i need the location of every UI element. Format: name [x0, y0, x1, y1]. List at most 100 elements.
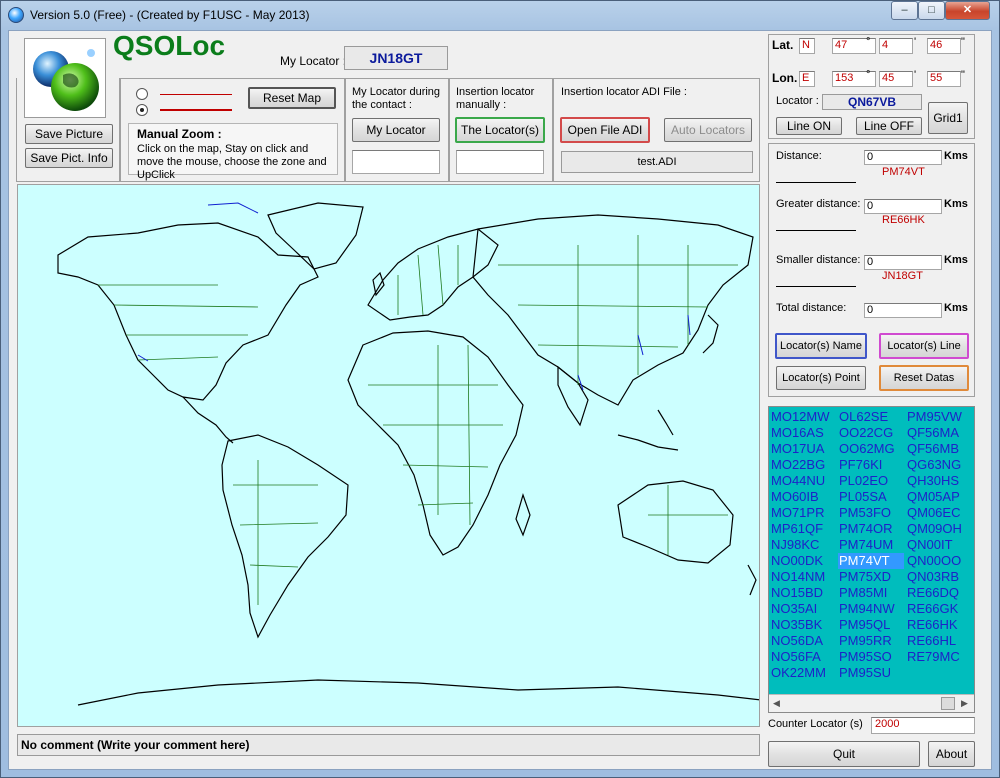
japan-outline	[702, 314, 719, 354]
locator-list-item[interactable]: PM74VT	[838, 553, 904, 569]
locators-point-button[interactable]: Locator(s) Point	[776, 366, 866, 390]
minimize-button[interactable]: –	[891, 1, 918, 20]
locator-list-item[interactable]: QH30HS	[906, 473, 972, 489]
locator-list-item[interactable]: PM74OR	[838, 521, 904, 537]
locator-list-item[interactable]: RE79MC	[906, 649, 972, 665]
locator-list-item[interactable]: PM95QL	[838, 617, 904, 633]
locator-list-item[interactable]: MP61QF	[770, 521, 836, 537]
locator-list-item[interactable]: PL02EO	[838, 473, 904, 489]
lon-seconds-input[interactable]: 55	[927, 71, 961, 87]
locator-list-item[interactable]: QM05AP	[906, 489, 972, 505]
europe-borders	[397, 244, 459, 316]
locator-list-item[interactable]: QF56MB	[906, 441, 972, 457]
lat-seconds-input[interactable]: 46	[927, 38, 961, 54]
locator-list-item[interactable]: NO56FA	[770, 649, 836, 665]
reset-map-button[interactable]: Reset Map	[248, 87, 336, 109]
locator-list-item[interactable]: QM09OH	[906, 521, 972, 537]
scrollbar-thumb[interactable]	[941, 697, 955, 710]
smaller-distance-field[interactable]: 0	[864, 255, 942, 270]
locator-list-item[interactable]: OL62SE	[838, 409, 904, 425]
app-globe-icon	[8, 7, 24, 23]
close-button[interactable]: ✕	[945, 1, 990, 20]
reset-datas-button[interactable]: Reset Datas	[879, 365, 969, 391]
radio-thin-line[interactable]	[136, 88, 148, 100]
line-on-button[interactable]: Line ON	[776, 117, 842, 135]
greater-distance-field[interactable]: 0	[864, 199, 942, 214]
locator-list-item[interactable]: PM95RR	[838, 633, 904, 649]
locator-list-item[interactable]: NO35AI	[770, 601, 836, 617]
lon-hemisphere-input[interactable]: E	[799, 71, 815, 87]
contact-locator-input[interactable]	[352, 150, 440, 174]
locator-list-item[interactable]: MO22BG	[770, 457, 836, 473]
line-off-button[interactable]: Line OFF	[856, 117, 922, 135]
locator-list-item[interactable]: PM74UM	[838, 537, 904, 553]
locator-list-item[interactable]: PF76KI	[838, 457, 904, 473]
scroll-left-arrow-icon[interactable]: ◀	[773, 698, 780, 709]
locator-list-item[interactable]: RE66HL	[906, 633, 972, 649]
locator-list[interactable]: MO12MW MO16AS MO17UA MO22BG MO44NU MO60IB MO71…	[768, 406, 975, 713]
scroll-right-arrow-icon[interactable]: ▶	[961, 698, 968, 709]
horizontal-scrollbar[interactable]: ◀ ▶	[769, 694, 974, 712]
locator-list-item[interactable]: PM94NW	[838, 601, 904, 617]
comment-field[interactable]: No comment (Write your comment here)	[17, 734, 760, 756]
locator-list-item[interactable]: QN00IT	[906, 537, 972, 553]
locator-list-item[interactable]: OO22CG	[838, 425, 904, 441]
locator-list-item[interactable]: RE66DQ	[906, 585, 972, 601]
locator-list-item[interactable]: NO35BK	[770, 617, 836, 633]
locator-list-item[interactable]: NJ98KC	[770, 537, 836, 553]
locator-list-item[interactable]: QN03RB	[906, 569, 972, 585]
radio-dot	[140, 108, 144, 112]
locator-list-item[interactable]: PM85MI	[838, 585, 904, 601]
distance-unit: Kms	[944, 150, 968, 162]
asia-borders	[498, 235, 738, 385]
world-map[interactable]	[17, 184, 760, 727]
manual-zoom-text: Click on the map, Stay on click and move…	[137, 143, 327, 181]
lat-hemisphere-input[interactable]: N	[799, 38, 815, 54]
locator-list-column-2: OL62SE OO22CG OO62MG PF76KI PL02EO PL05SA PM53…	[838, 409, 904, 681]
locator-list-item[interactable]: MO60IB	[770, 489, 836, 505]
locators-name-button[interactable]: Locator(s) Name	[775, 333, 867, 359]
locator-label: Locator :	[776, 95, 819, 107]
title-bar[interactable]: Version 5.0 (Free) - (Created by F1USC -…	[0, 0, 1000, 30]
locator-list-item[interactable]: NO15BD	[770, 585, 836, 601]
locator-list-item[interactable]: PM95SO	[838, 649, 904, 665]
locator-list-item[interactable]: MO44NU	[770, 473, 836, 489]
locator-list-item[interactable]: PL05SA	[838, 489, 904, 505]
locator-list-item[interactable]: QN00OO	[906, 553, 972, 569]
lon-minutes-input[interactable]: 45	[879, 71, 913, 87]
grid-button[interactable]: Grid1	[928, 102, 968, 134]
locator-list-item[interactable]: NO56DA	[770, 633, 836, 649]
locator-list-item[interactable]: MO16AS	[770, 425, 836, 441]
locator-list-item[interactable]: PM95SU	[838, 665, 904, 681]
adi-file-field[interactable]: test.ADI	[561, 151, 753, 173]
the-locators-button[interactable]: The Locator(s)	[455, 117, 545, 143]
about-button[interactable]: About	[928, 741, 975, 767]
locator-list-item[interactable]: QG63NG	[906, 457, 972, 473]
radio-thick-line[interactable]	[136, 104, 148, 116]
locator-list-item[interactable]: RE66HK	[906, 617, 972, 633]
locator-list-item[interactable]: PM75XD	[838, 569, 904, 585]
locator-list-item[interactable]: QF56MA	[906, 425, 972, 441]
lon-minute-mark: '	[914, 69, 917, 81]
my-locator-button[interactable]: My Locator	[352, 118, 440, 142]
locator-list-item[interactable]: RE66GK	[906, 601, 972, 617]
locator-list-item[interactable]: MO12MW	[770, 409, 836, 425]
maximize-button[interactable]: □	[918, 1, 945, 20]
locator-list-item[interactable]: NO14NM	[770, 569, 836, 585]
locator-list-item[interactable]: QM06EC	[906, 505, 972, 521]
locator-list-item[interactable]: PM95VW	[906, 409, 972, 425]
open-file-adi-button[interactable]: Open File ADI	[560, 117, 650, 143]
distance-field[interactable]: 0	[864, 150, 942, 165]
auto-locators-button[interactable]: Auto Locators	[664, 118, 752, 142]
locator-list-item[interactable]: OK22MM	[770, 665, 836, 681]
quit-button[interactable]: Quit	[768, 741, 920, 767]
lat-minutes-input[interactable]: 4	[879, 38, 913, 54]
locator-list-item[interactable]: MO71PR	[770, 505, 836, 521]
total-distance-field[interactable]: 0	[864, 303, 942, 318]
locator-list-item[interactable]: PM53FO	[838, 505, 904, 521]
insertion-locator-input[interactable]	[456, 150, 544, 174]
locator-list-item[interactable]: OO62MG	[838, 441, 904, 457]
locator-list-item[interactable]: MO17UA	[770, 441, 836, 457]
locator-list-item[interactable]: NO00DK	[770, 553, 836, 569]
locators-line-button[interactable]: Locator(s) Line	[879, 333, 969, 359]
